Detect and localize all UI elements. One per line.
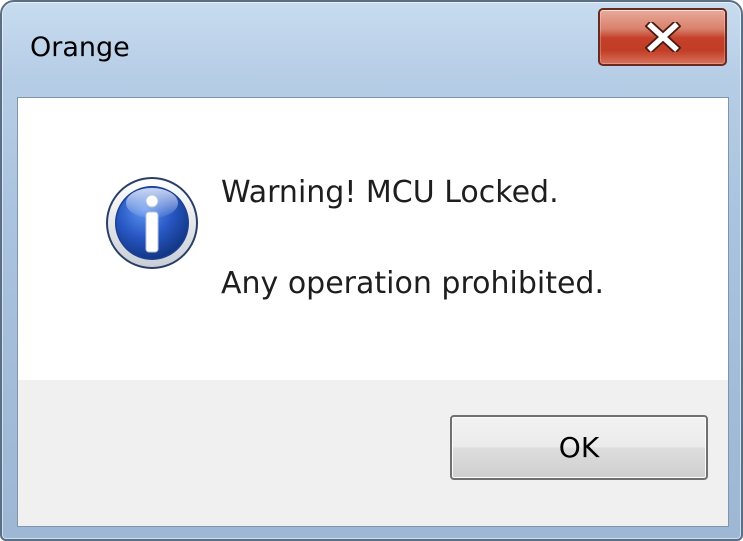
message-line-1: Warning! MCU Locked.: [221, 175, 559, 210]
close-button[interactable]: [598, 8, 727, 66]
close-icon: [644, 22, 681, 52]
ok-button[interactable]: OK: [450, 415, 708, 480]
message-line-2: Any operation prohibited.: [221, 266, 604, 301]
dialog-window: Orange Warning! MCU Locked. Any operatio…: [0, 0, 743, 541]
message-panel: Warning! MCU Locked. Any operation prohi…: [18, 98, 728, 380]
information-icon: [106, 177, 198, 269]
window-title: Orange: [30, 32, 130, 63]
dialog-client-area: Warning! MCU Locked. Any operation prohi…: [17, 97, 729, 527]
